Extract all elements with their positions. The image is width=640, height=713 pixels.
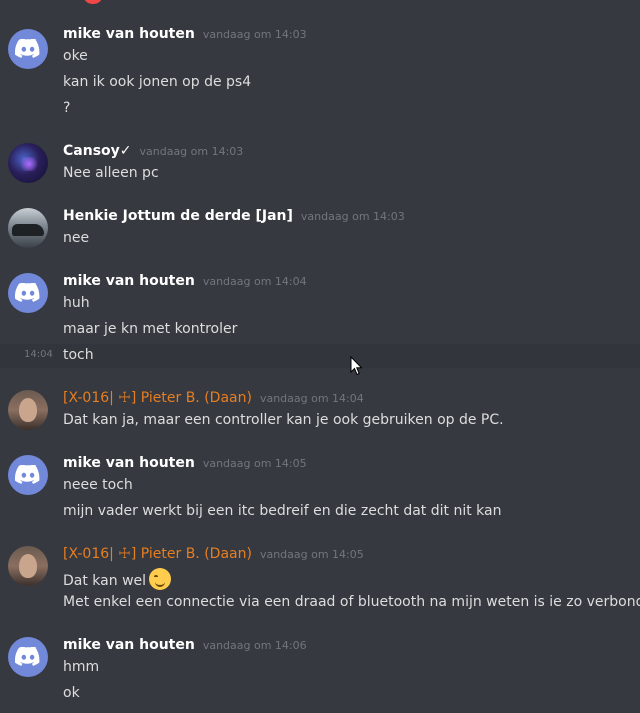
message-text: maar je kn met kontroler	[63, 321, 238, 337]
username[interactable]: mike van houten	[63, 273, 195, 289]
message-text: ?	[63, 100, 71, 116]
discord-logo-icon	[15, 647, 40, 666]
hover-timestamp[interactable]: 14:04	[24, 349, 53, 360]
avatar[interactable]	[8, 143, 48, 183]
winking-face-icon[interactable]	[149, 568, 172, 590]
discord-logo-icon	[15, 39, 40, 58]
username[interactable]: mike van houten	[63, 26, 195, 42]
message-timestamp[interactable]: vandaag om 14:06	[203, 639, 307, 652]
avatar[interactable]	[8, 390, 48, 430]
discord-logo-icon	[15, 283, 40, 302]
message-timestamp[interactable]: vandaag om 14:05	[260, 548, 364, 561]
reaction-emoji-icon[interactable]	[84, 0, 102, 4]
message-text: Nee alleen pc	[63, 165, 159, 181]
message-text: neee toch	[63, 477, 133, 493]
avatar[interactable]	[8, 637, 48, 677]
username[interactable]: [X-016| ☩] Pieter B. (Daan)	[63, 390, 252, 406]
message-text: Met enkel een connectie via een draad of…	[63, 594, 640, 610]
username[interactable]: mike van houten	[63, 455, 195, 471]
message-timestamp[interactable]: vandaag om 14:03	[301, 210, 405, 223]
message-text: toch	[63, 347, 94, 363]
message-text: nee	[63, 230, 90, 246]
chat-message-list: mike van houten vandaag om 14:03 oke kan…	[0, 0, 640, 713]
mouse-cursor-icon	[350, 356, 363, 376]
message-text-with-emoji: Dat kan wel	[63, 568, 172, 590]
avatar[interactable]	[8, 29, 48, 69]
message-text: mijn vader werkt bij een itc bedreif en …	[63, 503, 502, 519]
message-text: ok	[63, 685, 80, 701]
message-text: kan ik ook jonen op de ps4	[63, 74, 252, 90]
message-timestamp[interactable]: vandaag om 14:04	[203, 275, 307, 288]
message-text: Dat kan ja, maar een controller kan je o…	[63, 412, 504, 428]
message-timestamp[interactable]: vandaag om 14:05	[203, 457, 307, 470]
message-timestamp[interactable]: vandaag om 14:04	[260, 392, 364, 405]
discord-logo-icon	[15, 465, 40, 484]
avatar[interactable]	[8, 455, 48, 495]
message-text: huh	[63, 295, 90, 311]
avatar[interactable]	[8, 546, 48, 586]
message-text: hmm	[63, 659, 100, 675]
avatar[interactable]	[8, 273, 48, 313]
hovered-message-row[interactable]	[0, 344, 640, 368]
username[interactable]: Cansoy✓	[63, 143, 132, 159]
message-timestamp[interactable]: vandaag om 14:03	[140, 145, 244, 158]
username[interactable]: Henkie Jottum de derde [Jan]	[63, 208, 293, 224]
avatar[interactable]	[8, 208, 48, 248]
username[interactable]: [X-016| ☩] Pieter B. (Daan)	[63, 546, 252, 562]
username[interactable]: mike van houten	[63, 637, 195, 653]
message-timestamp[interactable]: vandaag om 14:03	[203, 28, 307, 41]
message-text: Dat kan wel	[63, 573, 147, 589]
message-text: oke	[63, 48, 88, 64]
